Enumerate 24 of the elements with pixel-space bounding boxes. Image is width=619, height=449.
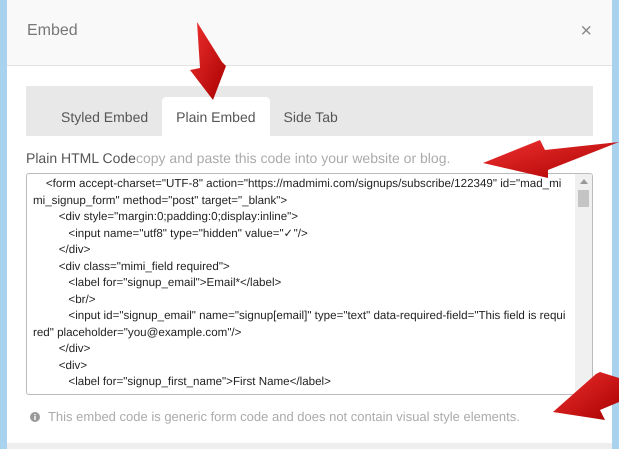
code-hint: copy and paste this code into your website or blog.	[136, 150, 450, 166]
code-field[interactable]	[26, 173, 593, 395]
arrow-drawing	[553, 372, 619, 420]
tab[interactable]: Side Tab	[270, 97, 352, 136]
code-line: <br/>	[67, 292, 96, 308]
info-icon	[30, 412, 40, 422]
scrollbar[interactable]	[575, 174, 592, 394]
tab[interactable]: Styled Embed	[46, 97, 162, 136]
close-button[interactable]: ×	[580, 20, 592, 40]
dialog-title: Embed	[26, 22, 78, 40]
code-line: <form accept-charset="UTF-8" action="https://madmimi.com/signups/subscribe/122349" id="mad_mimi_signup_form" method="post" target="_blank">	[32, 176, 562, 208]
code-line: <label for="signup_email">Email*</label>	[67, 275, 282, 291]
code-line: </div>	[58, 341, 92, 357]
code-label: Plain HTML Code	[26, 150, 136, 166]
tab[interactable]: Plain Embed	[162, 97, 270, 136]
code-line: </div>	[58, 242, 92, 258]
code-line: <div class="mimi_field required">	[58, 258, 231, 274]
scrollbar-thumb[interactable]	[578, 190, 589, 207]
code-line: <input name="utf8" type="hidden" value="✓"/>	[67, 226, 309, 242]
note-text: This embed code is generic form code and does not contain visual style elements.	[48, 409, 520, 424]
code-line: <div style="margin:0;padding:0;display:inline">	[58, 209, 300, 225]
code-line: <label for="signup_first_name">First Name</label>	[67, 374, 332, 390]
code-line: <div>	[58, 358, 88, 374]
code-line: <input id="signup_email" name="signup[email]" type="text" data-required-field="This field is required" placeholder="you@example.com"/>	[32, 308, 566, 340]
